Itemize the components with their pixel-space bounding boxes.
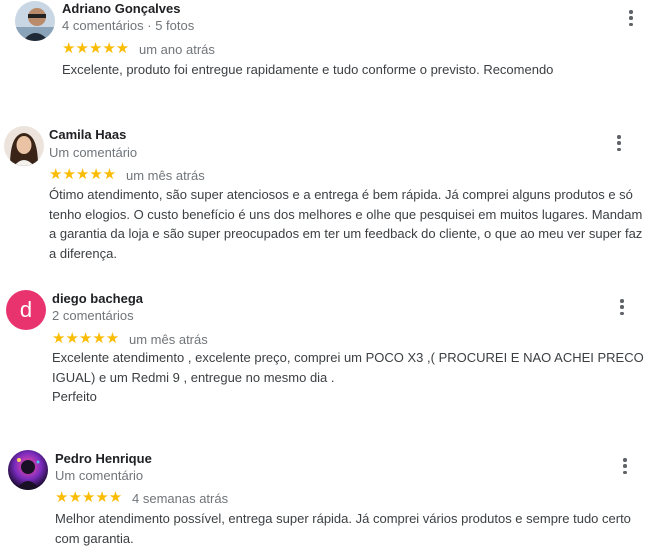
avatar[interactable] [8,450,48,490]
reviewer-name[interactable]: Pedro Henrique [55,451,152,466]
rating-stars: ★★★★★ [55,489,123,506]
reviewer-meta[interactable]: Um comentário [55,468,143,483]
reviewer-photo-icon [8,450,48,490]
review-text: Melhor atendimento possível, entrega sup… [55,511,631,546]
review-date: 4 semanas atrás [132,491,229,506]
more-options-icon[interactable] [617,456,633,476]
review-card: Pedro Henrique Um comentário ★★★★★ 4 sem… [0,0,671,551]
